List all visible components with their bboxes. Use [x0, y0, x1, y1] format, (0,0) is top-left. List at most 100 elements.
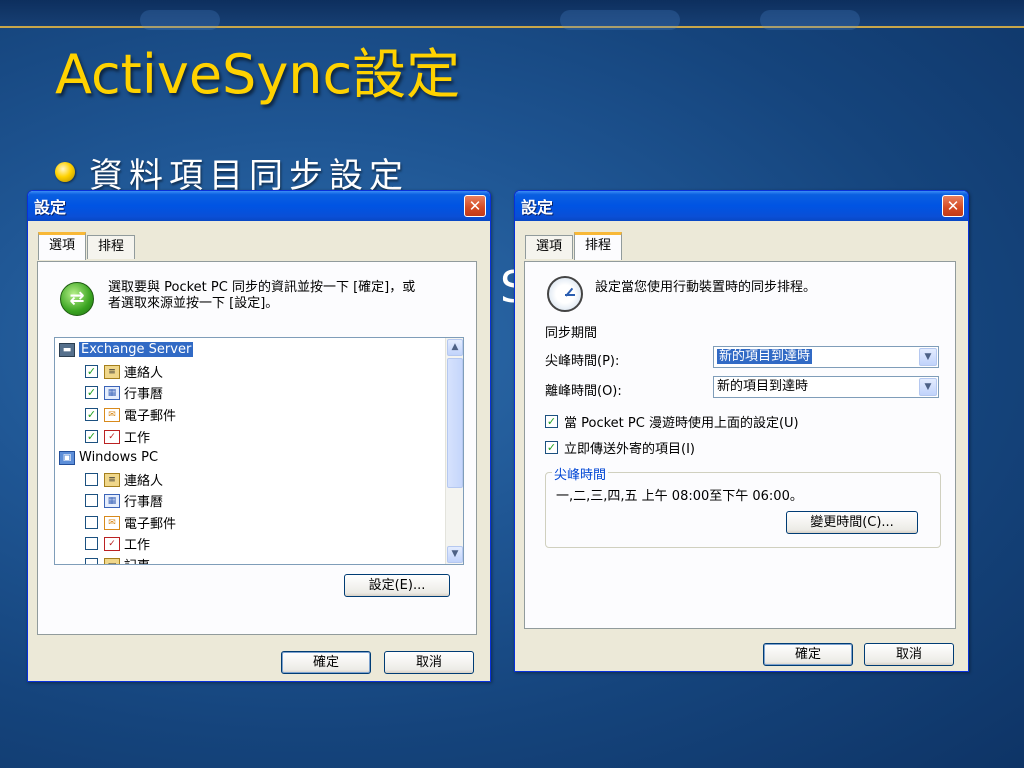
close-button[interactable]: ✕ — [464, 195, 486, 217]
list-item-notes[interactable]: ▭ 記事 — [85, 554, 150, 564]
background-glow — [760, 10, 860, 30]
tab-schedule[interactable]: 排程 — [574, 232, 623, 260]
offpeak-time-select[interactable]: 新的項目到達時 ▼ — [713, 376, 939, 398]
list-item-calendar[interactable]: ▦ 行事曆 — [85, 490, 163, 511]
background-glow — [140, 10, 220, 30]
sync-items-list[interactable]: ▬ Exchange Server ✓ ≡ 連絡人 ✓ ▦ 行事曆 ✓ ✉ 電子… — [54, 337, 464, 565]
list-item-label: 行事曆 — [124, 495, 164, 510]
tab-options[interactable]: 選項 — [525, 235, 574, 259]
options-panel: ⇄ 選取要與 Pocket PC 同步的資訊並按一下 [確定]，或 者選取來源並… — [37, 261, 477, 635]
clock-icon — [547, 276, 583, 312]
checkbox-checked[interactable]: ✓ — [545, 415, 558, 428]
background-glow — [560, 10, 680, 30]
list-item-contacts[interactable]: ≡ 連絡人 — [85, 469, 163, 490]
mail-icon: ✉ — [104, 407, 120, 422]
contacts-icon: ≡ — [104, 364, 120, 379]
offpeak-time-value: 新的項目到達時 — [717, 379, 809, 394]
slide-title: ActiveSync設定 — [55, 43, 461, 106]
clock-hand — [565, 294, 575, 296]
send-immediately-label: 立即傳送外寄的項目(I) — [564, 442, 695, 457]
contacts-icon: ≡ — [104, 472, 120, 487]
list-item-mail[interactable]: ✓ ✉ 電子郵件 — [85, 404, 176, 425]
list-item-label: 記事 — [124, 555, 150, 564]
close-button[interactable]: ✕ — [942, 195, 964, 217]
roaming-checkbox-row[interactable]: ✓ 當 Pocket PC 漫遊時使用上面的設定(U) — [545, 412, 799, 431]
list-item-label: 連絡人 — [124, 474, 164, 489]
peak-time-label: 尖峰時間(P): — [545, 354, 620, 369]
server-icon: ▬ — [59, 342, 75, 357]
list-item-mail[interactable]: ✉ 電子郵件 — [85, 512, 176, 533]
group-title: 尖峰時間 — [552, 464, 609, 483]
checkbox-checked[interactable]: ✓ — [85, 386, 98, 399]
list-item-calendar[interactable]: ✓ ▦ 行事曆 — [85, 382, 163, 403]
checkbox-unchecked[interactable] — [85, 494, 98, 507]
peak-schedule-text: 一,二,三,四,五 上午 08:00至下午 06:00。 — [556, 489, 803, 504]
mail-icon: ✉ — [104, 515, 120, 530]
close-icon: ✕ — [946, 197, 960, 215]
peak-time-group: 尖峰時間 一,二,三,四,五 上午 08:00至下午 06:00。 變更時間(C… — [545, 464, 941, 548]
list-item-contacts[interactable]: ✓ ≡ 連絡人 — [85, 361, 163, 382]
pc-icon: ▣ — [59, 450, 75, 465]
scroll-up-button[interactable]: ▲ — [447, 339, 463, 356]
checkbox-unchecked[interactable] — [85, 537, 98, 550]
instruction-text: 選取要與 Pocket PC 同步的資訊並按一下 [確定]，或 者選取來源並按一… — [108, 280, 468, 312]
change-time-button[interactable]: 變更時間(C)... — [786, 511, 918, 534]
list-item-label: 電子郵件 — [124, 517, 177, 532]
dialog-title: 設定 — [521, 198, 554, 217]
item-settings-button[interactable]: 設定(E)... — [344, 574, 450, 597]
list-item-label: Exchange Server — [79, 342, 194, 357]
list-item-tasks[interactable]: ✓ 工作 — [85, 533, 150, 554]
checkbox-checked[interactable]: ✓ — [85, 408, 98, 421]
ok-button[interactable]: 確定 — [763, 643, 853, 666]
list-scrollbar[interactable]: ▲ ▼ — [445, 338, 463, 564]
tab-strip: 選項 排程 — [525, 231, 623, 260]
checkbox-checked[interactable]: ✓ — [85, 430, 98, 443]
calendar-icon: ▦ — [104, 385, 120, 400]
list-item-label: 工作 — [124, 431, 151, 446]
checkbox-unchecked[interactable] — [85, 558, 98, 564]
list-item-label: Windows PC — [79, 450, 159, 465]
cancel-button[interactable]: 取消 — [384, 651, 474, 674]
tab-schedule[interactable]: 排程 — [87, 235, 136, 259]
ok-button[interactable]: 確定 — [281, 651, 371, 674]
roaming-checkbox-label: 當 Pocket PC 漫遊時使用上面的設定(U) — [564, 416, 799, 431]
list-item-tasks[interactable]: ✓ ✓ 工作 — [85, 426, 150, 447]
chevron-down-icon: ▼ — [451, 549, 459, 559]
scroll-down-button[interactable]: ▼ — [447, 546, 463, 563]
instruction-line-1: 選取要與 Pocket PC 同步的資訊並按一下 [確定]，或 — [108, 280, 416, 295]
bullet-item: 資料項目同步設定 — [55, 150, 409, 196]
list-item-label: 工作 — [124, 538, 151, 553]
instruction-line-2: 者選取來源並按一下 [設定]。 — [108, 296, 279, 311]
settings-dialog-schedule: 設定 ✕ 選項 排程 設定當您使用行動裝置時的同步排程。 同步期間 尖峰時間(P… — [514, 190, 969, 672]
sync-period-label: 同步期間 — [545, 326, 598, 341]
offpeak-time-label: 離峰時間(O): — [545, 384, 622, 399]
send-immediately-checkbox-row[interactable]: ✓ 立即傳送外寄的項目(I) — [545, 438, 695, 457]
settings-dialog-options: 設定 ✕ 選項 排程 ⇄ 選取要與 Pocket PC 同步的資訊並按一下 [確… — [27, 190, 491, 682]
title-bar: 設定 ✕ — [515, 191, 968, 221]
checkbox-unchecked[interactable] — [85, 516, 98, 529]
dialog-title: 設定 — [34, 198, 67, 217]
checkbox-unchecked[interactable] — [85, 473, 98, 486]
tasks-icon: ✓ — [104, 536, 120, 551]
list-item-windows-pc[interactable]: ▣ Windows PC — [59, 447, 158, 468]
checkbox-checked[interactable]: ✓ — [85, 365, 98, 378]
tab-options[interactable]: 選項 — [38, 232, 87, 260]
peak-time-value: 新的項目到達時 — [717, 349, 813, 364]
tab-strip: 選項 排程 — [38, 231, 136, 260]
chevron-up-icon: ▲ — [451, 342, 459, 352]
title-bar: 設定 ✕ — [28, 191, 490, 221]
cancel-button[interactable]: 取消 — [864, 643, 954, 666]
chevron-down-icon[interactable]: ▼ — [919, 378, 937, 396]
calendar-icon: ▦ — [104, 493, 120, 508]
list-item-exchange-server[interactable]: ▬ Exchange Server — [59, 339, 194, 360]
list-item-label: 電子郵件 — [124, 409, 177, 424]
chevron-down-icon[interactable]: ▼ — [919, 348, 937, 366]
schedule-panel: 設定當您使用行動裝置時的同步排程。 同步期間 尖峰時間(P): 新的項目到達時 … — [524, 261, 956, 629]
peak-time-select[interactable]: 新的項目到達時 ▼ — [713, 346, 939, 368]
sync-icon: ⇄ — [60, 282, 94, 316]
checkbox-checked[interactable]: ✓ — [545, 441, 558, 454]
tasks-icon: ✓ — [104, 429, 120, 444]
notes-icon: ▭ — [104, 557, 120, 564]
close-icon: ✕ — [468, 197, 482, 215]
scroll-thumb[interactable] — [447, 358, 463, 488]
